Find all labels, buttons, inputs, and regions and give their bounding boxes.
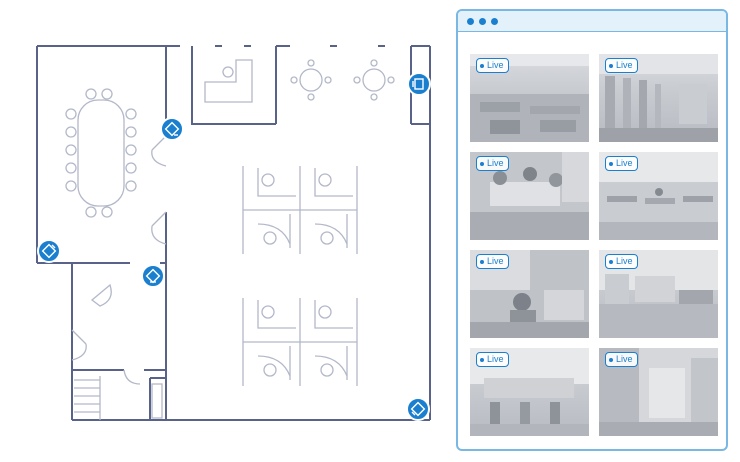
live-indicator-dot	[480, 161, 484, 166]
camera-feed-grid: Live Live Live Live Live Live Live Live	[470, 54, 718, 436]
window-close-dot[interactable]	[467, 17, 474, 25]
conference-table	[65, 88, 137, 218]
live-indicator-dot	[609, 357, 613, 362]
live-indicator-dot	[480, 259, 484, 264]
camera-feed-meeting[interactable]: Live	[470, 152, 589, 240]
window-minimize-dot[interactable]	[479, 17, 486, 25]
camera-feed-warehouse[interactable]: Live	[599, 54, 718, 142]
live-badge: Live	[605, 352, 638, 367]
floor-plan	[36, 45, 431, 421]
window-maximize-dot[interactable]	[491, 17, 498, 25]
window-titlebar	[458, 11, 726, 32]
live-indicator-dot	[609, 259, 613, 264]
camera-feed-reception[interactable]: Live	[470, 348, 589, 436]
camera-corner-southwest-icon[interactable]	[37, 239, 61, 263]
live-indicator-dot	[480, 357, 484, 362]
live-indicator-dot	[480, 63, 484, 68]
live-indicator-dot	[609, 161, 613, 166]
camera-monitor-window: Live Live Live Live Live Live Live Live	[456, 9, 728, 451]
camera-feed-workstations[interactable]: Live	[599, 250, 718, 338]
live-label: Live	[487, 354, 504, 364]
camera-feed-lounge[interactable]: Live	[470, 250, 589, 338]
live-label: Live	[616, 158, 633, 168]
live-indicator-dot	[609, 63, 613, 68]
live-label: Live	[616, 256, 633, 266]
camera-hallway-icon[interactable]	[141, 264, 165, 288]
live-badge: Live	[476, 352, 509, 367]
stairs	[74, 376, 163, 420]
live-label: Live	[487, 158, 504, 168]
live-label: Live	[487, 60, 504, 70]
live-badge: Live	[605, 58, 638, 73]
doors	[71, 135, 167, 385]
camera-lounge-icon[interactable]	[407, 72, 431, 96]
live-label: Live	[487, 256, 504, 266]
camera-feed-office-floor[interactable]: Live	[599, 152, 718, 240]
workstation-cluster-bottom	[242, 298, 358, 386]
live-badge: Live	[605, 254, 638, 269]
live-label: Live	[616, 354, 633, 364]
office-desk	[204, 59, 253, 103]
live-badge: Live	[476, 156, 509, 171]
camera-feed-corridor[interactable]: Live	[599, 348, 718, 436]
live-badge: Live	[476, 58, 509, 73]
camera-corner-southeast-icon[interactable]	[406, 397, 430, 421]
workstation-cluster-top	[242, 166, 358, 254]
lounge-tables	[290, 59, 395, 101]
live-badge: Live	[605, 156, 638, 171]
live-label: Live	[616, 60, 633, 70]
camera-meeting-room-icon[interactable]	[160, 117, 184, 141]
live-badge: Live	[476, 254, 509, 269]
camera-feed-open-office[interactable]: Live	[470, 54, 589, 142]
